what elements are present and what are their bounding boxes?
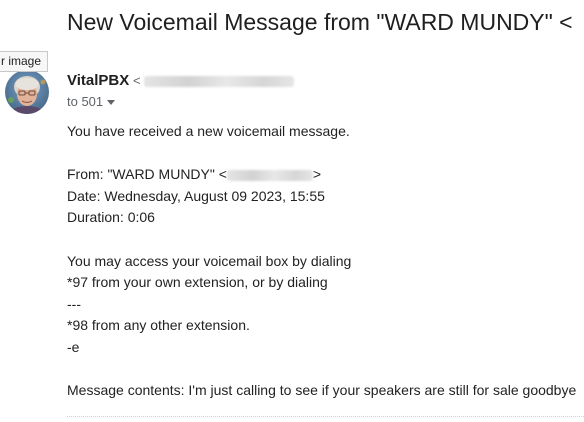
avatar-photo	[5, 70, 49, 114]
body-separator: ---	[67, 295, 81, 312]
body-access-3: *98 from any other extension.	[67, 317, 250, 334]
body-duration: Duration: 0:06	[67, 209, 155, 226]
body-access-1: You may access your voicemail box by dia…	[67, 252, 352, 269]
recipient-toggle[interactable]: to 501	[67, 94, 116, 109]
redacted-from-email	[226, 169, 313, 181]
body-message-contents: Message contents: I'm just calling to se…	[67, 382, 577, 399]
email-view: New Voicemail Message from "WARD MUNDY" …	[0, 0, 584, 422]
message-divider	[67, 416, 584, 417]
email-body: You have received a new voicemail messag…	[67, 121, 576, 402]
body-access-2: *97 from your own extension, or by diali…	[67, 274, 328, 291]
recipient-label: to 501	[67, 94, 104, 109]
email-subject: New Voicemail Message from "WARD MUNDY" …	[67, 9, 573, 35]
body-from: From: "WARD MUNDY" < >	[67, 164, 576, 186]
sender-email-bracket: <	[133, 73, 141, 88]
body-intro: You have received a new voicemail messag…	[67, 123, 350, 139]
body-date: Date: Wednesday, August 09 2023, 15:55	[67, 187, 325, 204]
body-from-suffix: >	[312, 166, 322, 183]
sender-name[interactable]: VitalPBX	[67, 72, 129, 89]
sender-avatar[interactable]	[5, 70, 49, 114]
chevron-down-icon	[107, 100, 116, 106]
redacted-email	[144, 76, 295, 88]
body-signoff: -e	[67, 338, 80, 355]
body-from-label: From: "WARD MUNDY" <	[67, 166, 227, 183]
image-tooltip: r image	[0, 51, 49, 72]
sender-email: <	[133, 73, 295, 88]
